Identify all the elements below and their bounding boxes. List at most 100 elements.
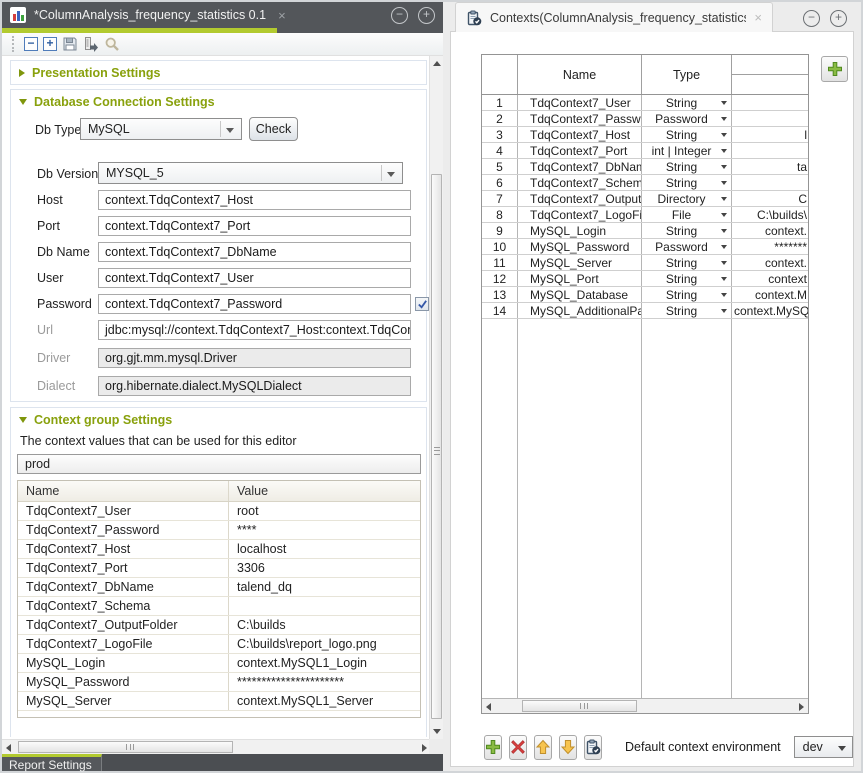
cell-type[interactable]: String xyxy=(642,223,732,238)
port-input[interactable]: context.TdqContext7_Port xyxy=(98,216,411,236)
scroll-left-icon[interactable] xyxy=(6,744,11,752)
chevron-down-icon[interactable] xyxy=(721,309,727,313)
remove-variable-button[interactable] xyxy=(509,735,527,760)
table-row[interactable]: 12MySQL_PortStringcontext xyxy=(482,271,808,287)
section-header-context-group[interactable]: Context group Settings xyxy=(11,408,426,432)
db-version-combo[interactable]: MYSQL_5 xyxy=(98,162,403,184)
move-down-button[interactable] xyxy=(559,735,577,760)
cell-value[interactable]: context. xyxy=(732,255,808,270)
host-input[interactable]: context.TdqContext7_Host xyxy=(98,190,411,210)
cell-type[interactable]: String xyxy=(642,159,732,174)
table-row[interactable]: 3TdqContext7_HostStringl xyxy=(482,127,808,143)
scroll-up-icon[interactable] xyxy=(433,61,441,66)
table-row[interactable]: TdqContext7_Port3306 xyxy=(18,559,420,578)
cell-type[interactable]: String xyxy=(642,255,732,270)
magnifier-icon[interactable] xyxy=(104,36,120,52)
toolbar-drag-handle[interactable] xyxy=(12,36,15,52)
run-report-icon[interactable] xyxy=(83,36,99,52)
scroll-right-icon[interactable] xyxy=(422,744,427,752)
table-row[interactable]: MySQL_Servercontext.MySQL1_Server xyxy=(18,692,420,711)
cell-value[interactable]: context.MySQ xyxy=(732,303,808,318)
cell-type[interactable]: Directory xyxy=(642,191,732,206)
column-header-name[interactable]: Name xyxy=(518,55,642,94)
table-row[interactable]: 1TdqContext7_UserString xyxy=(482,95,808,111)
password-context-checkbox[interactable] xyxy=(415,297,429,311)
chevron-down-icon[interactable] xyxy=(721,213,727,217)
cell-type[interactable]: String xyxy=(642,271,732,286)
chevron-down-icon[interactable] xyxy=(721,165,727,169)
environment-dropdown[interactable]: dev xyxy=(794,736,853,758)
table-row[interactable]: 6TdqContext7_SchemaString xyxy=(482,175,808,191)
cell-type[interactable]: File xyxy=(642,207,732,222)
check-button[interactable]: Check xyxy=(249,117,298,141)
scroll-left-icon[interactable] xyxy=(486,703,491,711)
cell-value[interactable]: ta xyxy=(732,159,808,174)
select-context-button[interactable] xyxy=(584,735,602,760)
cell-name[interactable]: MySQL_Database xyxy=(518,287,642,302)
cell-type[interactable]: String xyxy=(642,303,732,318)
db-name-input[interactable]: context.TdqContext7_DbName xyxy=(98,242,411,262)
cell-value[interactable] xyxy=(732,111,808,126)
vertical-scrollbar[interactable] xyxy=(429,56,443,739)
column-header-value[interactable] xyxy=(732,55,808,94)
add-context-button[interactable] xyxy=(821,56,848,82)
cell-name[interactable]: TdqContext7_User xyxy=(518,95,642,110)
table-row[interactable]: TdqContext7_Userroot xyxy=(18,502,420,521)
chevron-down-icon[interactable] xyxy=(721,277,727,281)
scrollbar-thumb[interactable] xyxy=(18,741,233,753)
cell-value[interactable]: C:\builds\ xyxy=(732,207,808,222)
table-row[interactable]: TdqContext7_Password**** xyxy=(18,521,420,540)
cell-value[interactable]: C xyxy=(732,191,808,206)
table-row[interactable]: 13MySQL_DatabaseStringcontext.M xyxy=(482,287,808,303)
cell-name[interactable]: MySQL_Password xyxy=(518,239,642,254)
scroll-right-icon[interactable] xyxy=(799,703,804,711)
collapse-all-icon[interactable]: − xyxy=(24,37,38,51)
table-row[interactable]: 4TdqContext7_Portint | Integer xyxy=(482,143,808,159)
column-header-name[interactable]: Name xyxy=(18,481,229,501)
chevron-down-icon[interactable] xyxy=(721,117,727,121)
table-row[interactable]: TdqContext7_Schema xyxy=(18,597,420,616)
cell-value[interactable]: l xyxy=(732,127,808,142)
column-header-type[interactable]: Type xyxy=(642,55,732,94)
maximize-icon[interactable]: + xyxy=(418,7,435,24)
cell-type[interactable]: Password xyxy=(642,239,732,254)
section-header-database-connection[interactable]: Database Connection Settings xyxy=(11,90,426,114)
table-row[interactable]: MySQL_Logincontext.MySQL1_Login xyxy=(18,654,420,673)
horizontal-scrollbar[interactable] xyxy=(2,739,431,754)
scrollbar-thumb[interactable] xyxy=(522,700,637,712)
password-input[interactable]: context.TdqContext7_Password xyxy=(98,294,411,314)
cell-name[interactable]: MySQL_Server xyxy=(518,255,642,270)
minimize-icon[interactable]: − xyxy=(391,7,408,24)
table-row[interactable]: 10MySQL_PasswordPassword******* xyxy=(482,239,808,255)
table-row[interactable]: 9MySQL_LoginStringcontext. xyxy=(482,223,808,239)
chevron-down-icon[interactable] xyxy=(721,229,727,233)
cell-type[interactable]: String xyxy=(642,127,732,142)
context-group-name-field[interactable]: prod xyxy=(17,454,421,474)
scroll-down-icon[interactable] xyxy=(433,729,441,734)
url-input[interactable]: jdbc:mysql://context.TdqContext7_Host:co… xyxy=(98,320,411,340)
table-row[interactable]: MySQL_Password********************** xyxy=(18,673,420,692)
table-row[interactable]: TdqContext7_LogoFileC:\builds\report_log… xyxy=(18,635,420,654)
cell-value[interactable]: context. xyxy=(732,223,808,238)
db-type-combo[interactable]: MySQL xyxy=(80,118,242,140)
table-row[interactable]: TdqContext7_Hostlocalhost xyxy=(18,540,420,559)
cell-value[interactable]: ******* xyxy=(732,239,808,254)
cell-value[interactable] xyxy=(732,95,808,110)
chevron-down-icon[interactable] xyxy=(721,261,727,265)
table-row[interactable]: 11MySQL_ServerStringcontext. xyxy=(482,255,808,271)
chevron-down-icon[interactable] xyxy=(721,181,727,185)
tab-report-settings[interactable]: Report Settings xyxy=(2,754,102,771)
tab-contexts[interactable]: Contexts(ColumnAnalysis_frequency_statis… xyxy=(455,2,773,32)
cell-type[interactable]: String xyxy=(642,287,732,302)
table-row[interactable]: 14MySQL_AdditionalParamsStringcontext.My… xyxy=(482,303,808,319)
cell-type[interactable]: Password xyxy=(642,111,732,126)
table-row[interactable]: 7TdqContext7_OutputFolderDirectoryC xyxy=(482,191,808,207)
cell-value[interactable] xyxy=(732,143,808,158)
close-icon[interactable]: × xyxy=(278,8,286,23)
chevron-down-icon[interactable] xyxy=(721,245,727,249)
chevron-down-icon[interactable] xyxy=(721,293,727,297)
cell-type[interactable]: String xyxy=(642,175,732,190)
cell-name[interactable]: MySQL_Login xyxy=(518,223,642,238)
chevron-down-icon[interactable] xyxy=(721,197,727,201)
table-horizontal-scrollbar[interactable] xyxy=(482,698,808,713)
